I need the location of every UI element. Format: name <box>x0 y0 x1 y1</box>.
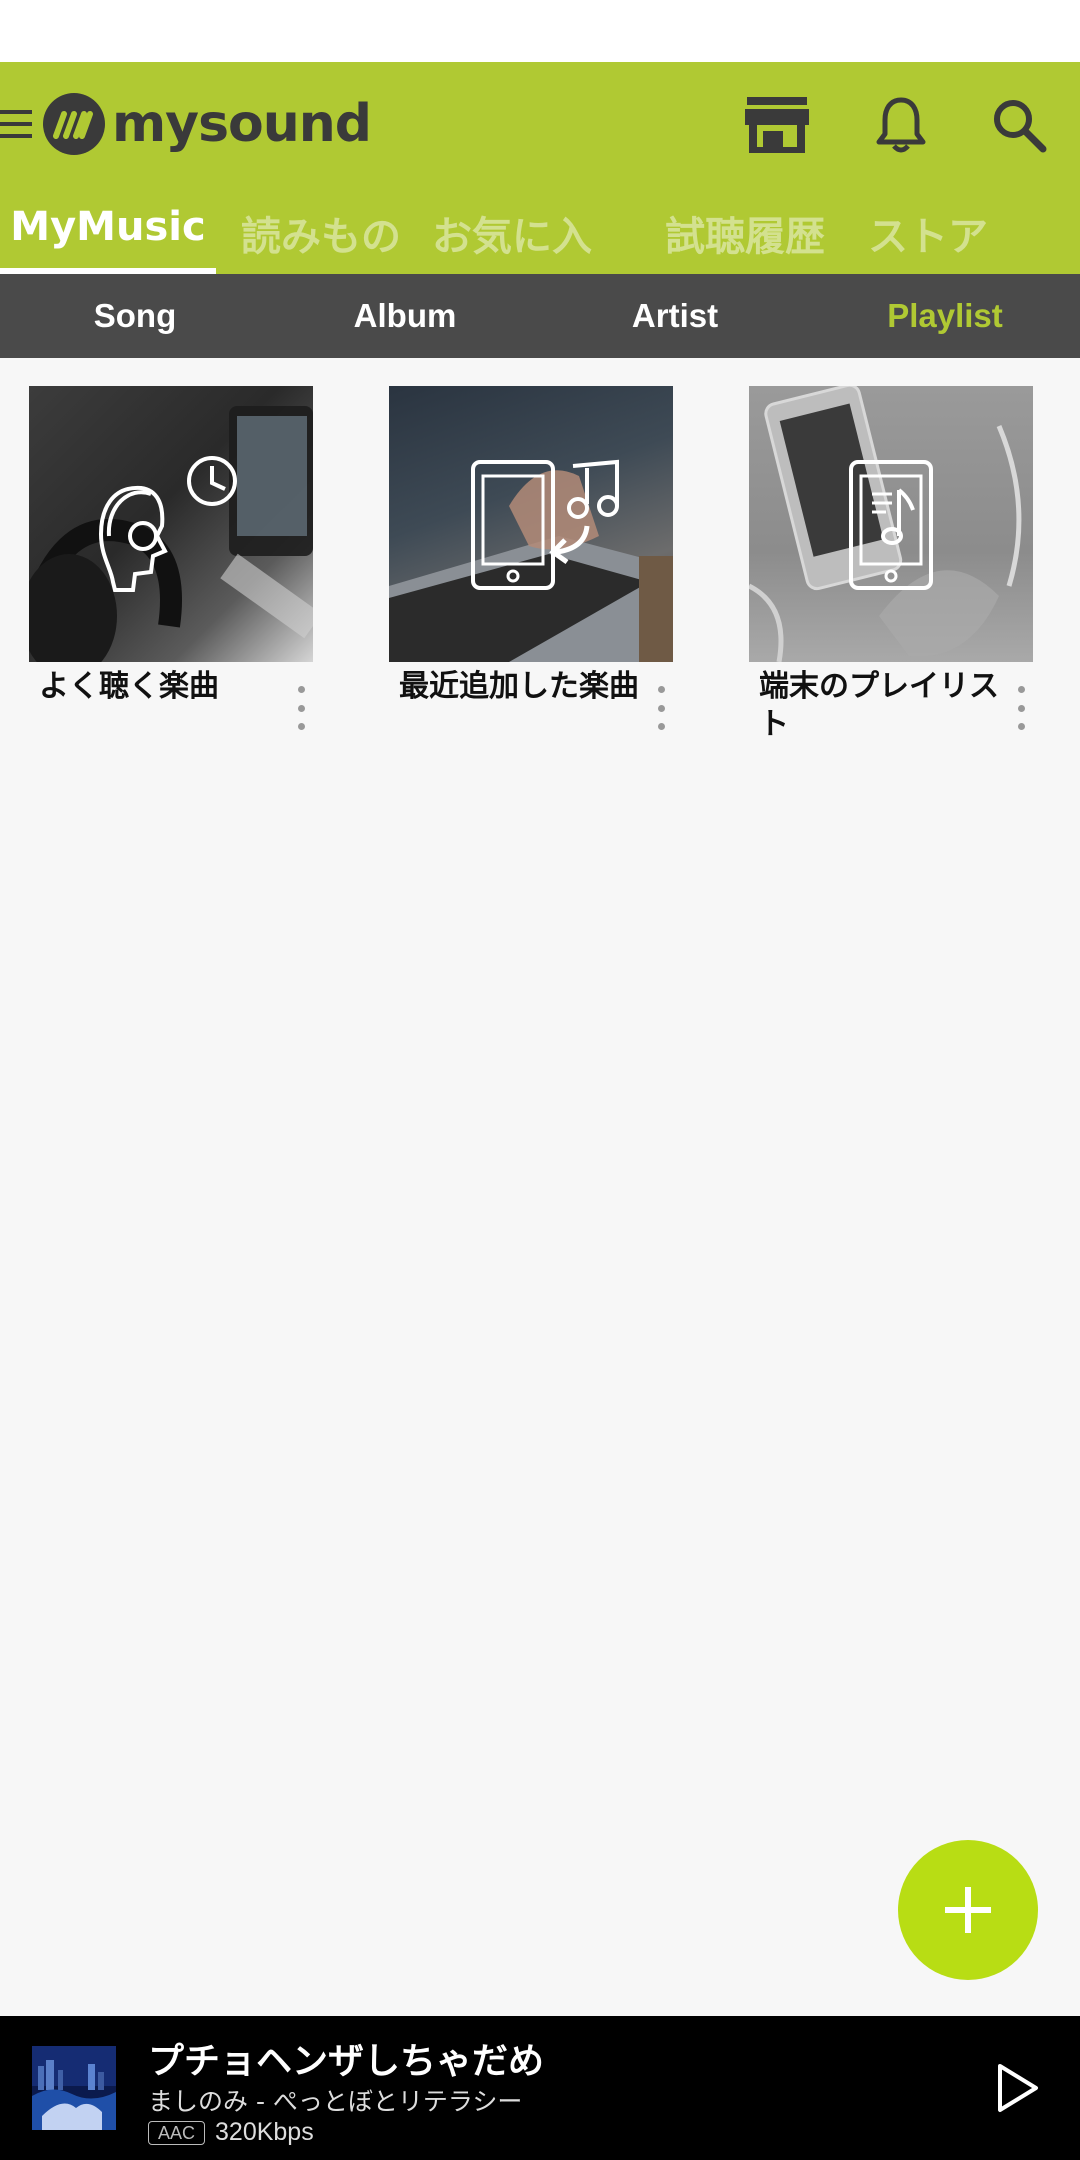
playlist-card[interactable]: 最近追加した楽曲 <box>389 386 673 746</box>
playlist-card[interactable]: 端末のプレイリスト <box>749 386 1033 746</box>
subtab-album[interactable]: Album <box>324 274 486 358</box>
bitrate-label: 320Kbps <box>215 2118 314 2146</box>
play-icon[interactable] <box>992 2062 1042 2114</box>
app-name: mysound <box>112 94 372 154</box>
phone-music-add-icon <box>471 459 619 590</box>
playlist-title: よく聴く楽曲 <box>39 669 219 704</box>
playlist-thumbnail <box>389 386 673 662</box>
track-title: プチョヘンザしちゃだめ <box>148 2041 545 2082</box>
track-meta: AAC 320Kbps <box>148 2118 314 2147</box>
plus-icon <box>945 1887 991 1933</box>
tab-store[interactable]: ストア <box>858 198 998 274</box>
playlist-title: 最近追加した楽曲 <box>399 669 639 704</box>
playlist-title: 端末のプレイリスト <box>759 669 999 742</box>
search-icon[interactable] <box>986 92 1052 158</box>
now-playing-bar[interactable]: プチョヘンザしちゃだめ ましのみ - ぺっとぼとリテラシー AAC 320Kbp… <box>0 2016 1080 2160</box>
add-playlist-button[interactable] <box>898 1840 1038 1980</box>
store-icon[interactable] <box>744 92 810 158</box>
subtab-playlist[interactable]: Playlist <box>864 274 1026 358</box>
subtab-song[interactable]: Song <box>54 274 216 358</box>
track-artist: ましのみ - ぺっとぼとリテラシー <box>148 2087 523 2116</box>
tab-favorites[interactable]: お気に入り <box>432 198 628 318</box>
tab-reading[interactable]: 読みもの <box>226 198 416 274</box>
app-bar: mysound MyMusic 読みもの お気に入り 試聴履歴 ストア <box>0 62 1080 318</box>
logo-mark-icon <box>43 93 105 155</box>
subtab-artist[interactable]: Artist <box>594 274 756 358</box>
codec-badge: AAC <box>148 2120 206 2145</box>
album-art <box>32 2046 116 2130</box>
tab-mymusic[interactable]: MyMusic <box>0 198 216 274</box>
playlist-card[interactable]: よく聴く楽曲 <box>29 386 313 746</box>
main-tabs: MyMusic 読みもの お気に入り 試聴履歴 ストア <box>0 198 1080 318</box>
more-options-icon[interactable] <box>649 686 673 730</box>
app-logo: mysound <box>42 92 372 156</box>
bell-icon[interactable] <box>868 92 934 158</box>
tab-history[interactable]: 試聴履歴 <box>656 198 834 274</box>
playlist-thumbnail <box>29 386 313 662</box>
sub-tabs: Song Album Artist Playlist <box>0 274 1080 358</box>
phone-playlist-icon <box>849 460 933 590</box>
more-options-icon[interactable] <box>289 686 313 730</box>
playlist-thumbnail <box>749 386 1033 662</box>
status-bar <box>0 0 1080 62</box>
menu-icon[interactable] <box>0 106 34 142</box>
more-options-icon[interactable] <box>1009 686 1033 730</box>
headphones-clock-icon <box>98 456 237 592</box>
